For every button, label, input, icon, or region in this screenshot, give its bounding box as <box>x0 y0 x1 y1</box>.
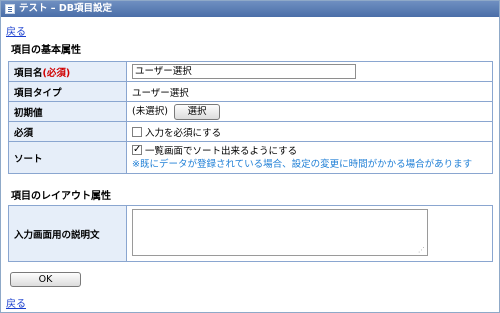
name-label-cell: 項目名(必須) <box>8 61 127 82</box>
dialog-window: テスト – DB項目設定 戻る 項目の基本属性 項目名(必須) ユーザー選択 項… <box>0 0 500 313</box>
name-label: 項目名 <box>14 67 43 79</box>
initial-value: (未選択) <box>132 106 168 117</box>
window-title: テスト – DB項目設定 <box>19 3 112 14</box>
description-textarea[interactable]: ⋰ <box>132 208 428 256</box>
sort-checkbox-label[interactable]: 一覧画面でソート出来るようにする <box>145 146 297 157</box>
back-link-top[interactable]: 戻る <box>6 23 26 38</box>
table-row: 必須 入力を必須にする <box>8 121 493 142</box>
description-label: 入力画面用の説明文 <box>8 205 127 262</box>
basic-attributes-table: 項目名(必須) ユーザー選択 項目タイプ ユーザー選択 初期値 (未選択) 選択… <box>8 61 493 174</box>
item-name-input[interactable]: ユーザー選択 <box>132 64 356 79</box>
layout-attributes-table: 入力画面用の説明文 ⋰ <box>8 205 493 262</box>
description-cell: ⋰ <box>126 205 493 262</box>
sort-checkbox[interactable] <box>132 143 142 156</box>
table-row: 初期値 (未選択) 選択 <box>8 101 493 122</box>
type-value: ユーザー選択 <box>126 81 493 102</box>
type-label: 項目タイプ <box>8 81 127 102</box>
name-value-cell: ユーザー選択 <box>126 61 493 82</box>
select-button[interactable]: 選択 <box>173 104 220 120</box>
required-label: 必須 <box>8 121 127 142</box>
resize-grip-icon[interactable]: ⋰ <box>418 246 425 254</box>
required-checkbox[interactable] <box>132 126 142 137</box>
basic-section-title: 項目の基本属性 <box>11 45 81 56</box>
sort-note: ※既にデータが登録されている場合、設定の変更に時間がかかる場合があります <box>132 158 473 170</box>
sort-label: ソート <box>8 141 127 174</box>
table-row: 項目名(必須) ユーザー選択 <box>8 61 493 82</box>
title-bar: テスト – DB項目設定 <box>1 1 499 17</box>
back-link-bottom[interactable]: 戻る <box>6 295 26 310</box>
initial-value-cell: (未選択) 選択 <box>126 101 493 122</box>
required-checkbox-label[interactable]: 入力を必須にする <box>145 128 221 139</box>
table-row: ソート 一覧画面でソート出来るようにする ※既にデータが登録されている場合、設定… <box>8 141 493 174</box>
sort-cell: 一覧画面でソート出来るようにする ※既にデータが登録されている場合、設定の変更に… <box>126 141 493 174</box>
table-row: 項目タイプ ユーザー選択 <box>8 81 493 102</box>
table-row: 入力画面用の説明文 ⋰ <box>8 205 493 262</box>
ok-button[interactable]: OK <box>10 272 81 287</box>
required-mark: (必須) <box>42 67 71 79</box>
initial-label: 初期値 <box>8 101 127 122</box>
app-window-icon <box>5 4 15 14</box>
layout-section-title: 項目のレイアウト属性 <box>11 191 111 202</box>
required-cell: 入力を必須にする <box>126 121 493 142</box>
